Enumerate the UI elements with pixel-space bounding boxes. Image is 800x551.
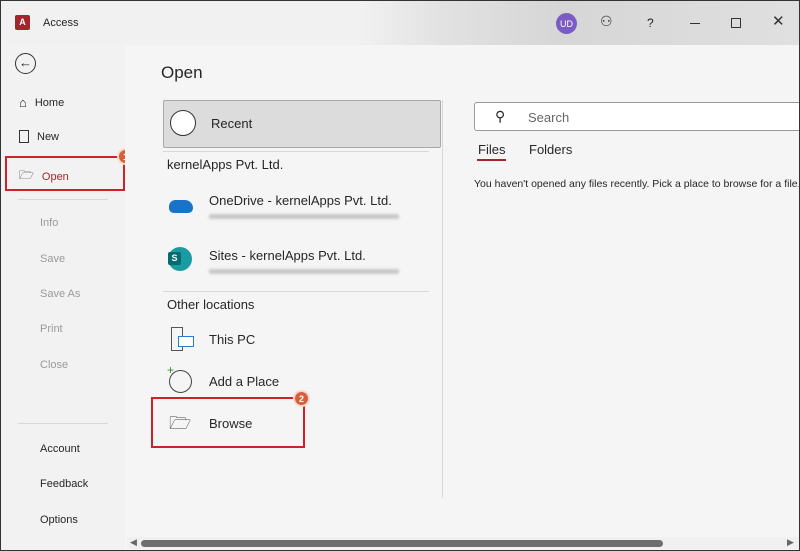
sidebar-item-close: Close bbox=[40, 359, 69, 371]
help-button[interactable]: ? bbox=[647, 16, 654, 30]
page-title: Open bbox=[161, 63, 203, 82]
sidebar-item-label: Home bbox=[34, 96, 65, 109]
access-window: A Access UD ⚇ ? ✕ ← ⌂Home New 🗁Open 1 In… bbox=[0, 0, 800, 551]
sidebar-item-options[interactable]: Options bbox=[40, 514, 78, 526]
scroll-left-arrow[interactable]: ◀ bbox=[130, 537, 137, 548]
app-title: Access bbox=[43, 17, 79, 29]
sidebar-item-open[interactable]: 🗁 Open bbox=[19, 166, 69, 187]
tab-files[interactable]: Files bbox=[478, 142, 505, 157]
step-2-badge: 2 bbox=[293, 390, 310, 407]
browse-button[interactable]: Browse bbox=[209, 416, 252, 431]
title-bar: A Access UD ⚇ ? ✕ bbox=[1, 1, 799, 45]
plus-icon: + bbox=[167, 363, 175, 377]
tab-files-underline bbox=[477, 159, 506, 161]
avatar[interactable]: UD bbox=[556, 13, 577, 34]
onedrive-location[interactable]: OneDrive - kernelApps Pvt. Ltd. bbox=[209, 193, 392, 208]
divider bbox=[163, 151, 429, 152]
scroll-right-arrow[interactable]: ▶ bbox=[787, 537, 794, 548]
sidebar-item-print: Print bbox=[40, 323, 63, 335]
folder-open-icon: 🗁 bbox=[19, 168, 34, 182]
onedrive-icon bbox=[169, 200, 193, 213]
search-placeholder: Search bbox=[528, 110, 570, 125]
sidebar-item-save-as: Save As bbox=[40, 288, 81, 300]
onedrive-account-email-blurred bbox=[209, 214, 399, 219]
empty-message: You haven't opened any files recently. P… bbox=[474, 178, 800, 190]
back-button[interactable]: ← bbox=[15, 53, 36, 74]
horizontal-scrollbar[interactable]: ◀ ▶ bbox=[127, 537, 799, 549]
other-locations-heading: Other locations bbox=[167, 297, 255, 312]
close-button[interactable]: ✕ bbox=[772, 12, 785, 30]
sidebar-divider bbox=[18, 199, 108, 200]
badge-number: 2 bbox=[298, 393, 304, 404]
recent-label: Recent bbox=[211, 116, 253, 131]
add-place-location[interactable]: Add a Place bbox=[209, 374, 279, 389]
minimize-button[interactable] bbox=[690, 23, 700, 24]
folder-icon: 🗁 bbox=[169, 413, 192, 433]
access-logo-icon: A bbox=[15, 15, 30, 30]
tab-folders[interactable]: Folders bbox=[529, 142, 572, 157]
sharepoint-icon: S bbox=[168, 247, 192, 271]
search-input[interactable]: ⚲ Search bbox=[474, 102, 799, 131]
clock-icon bbox=[170, 110, 196, 136]
this-pc-location[interactable]: This PC bbox=[209, 332, 255, 347]
maximize-button[interactable] bbox=[731, 18, 741, 28]
sidebar-item-account[interactable]: Account bbox=[40, 443, 80, 455]
new-document-icon bbox=[19, 130, 29, 143]
sites-account-email-blurred bbox=[209, 269, 399, 274]
recent-button[interactable]: Recent bbox=[163, 100, 441, 148]
sidebar-item-info: Info bbox=[40, 217, 59, 229]
sidebar-item-save: Save bbox=[40, 253, 66, 265]
sidebar-item-feedback[interactable]: Feedback bbox=[40, 478, 88, 490]
sidebar-item-label: Open bbox=[41, 170, 69, 183]
sidebar-item-new[interactable]: New bbox=[19, 130, 59, 143]
search-icon: ⚲ bbox=[495, 108, 506, 124]
this-pc-icon bbox=[171, 327, 194, 351]
scrollbar-thumb[interactable] bbox=[141, 540, 663, 547]
sidebar-divider bbox=[18, 423, 108, 424]
divider bbox=[163, 291, 429, 292]
panel-divider bbox=[442, 100, 443, 498]
avatar-initials: UD bbox=[560, 18, 573, 29]
org-heading: kernelApps Pvt. Ltd. bbox=[167, 157, 284, 172]
coauthor-icon[interactable]: ⚇ bbox=[600, 13, 613, 30]
sidebar-item-label: New bbox=[37, 130, 60, 143]
home-icon: ⌂ bbox=[19, 95, 27, 110]
sidebar-item-home[interactable]: ⌂ Home bbox=[19, 95, 64, 110]
sites-location[interactable]: Sites - kernelApps Pvt. Ltd. bbox=[209, 248, 366, 263]
